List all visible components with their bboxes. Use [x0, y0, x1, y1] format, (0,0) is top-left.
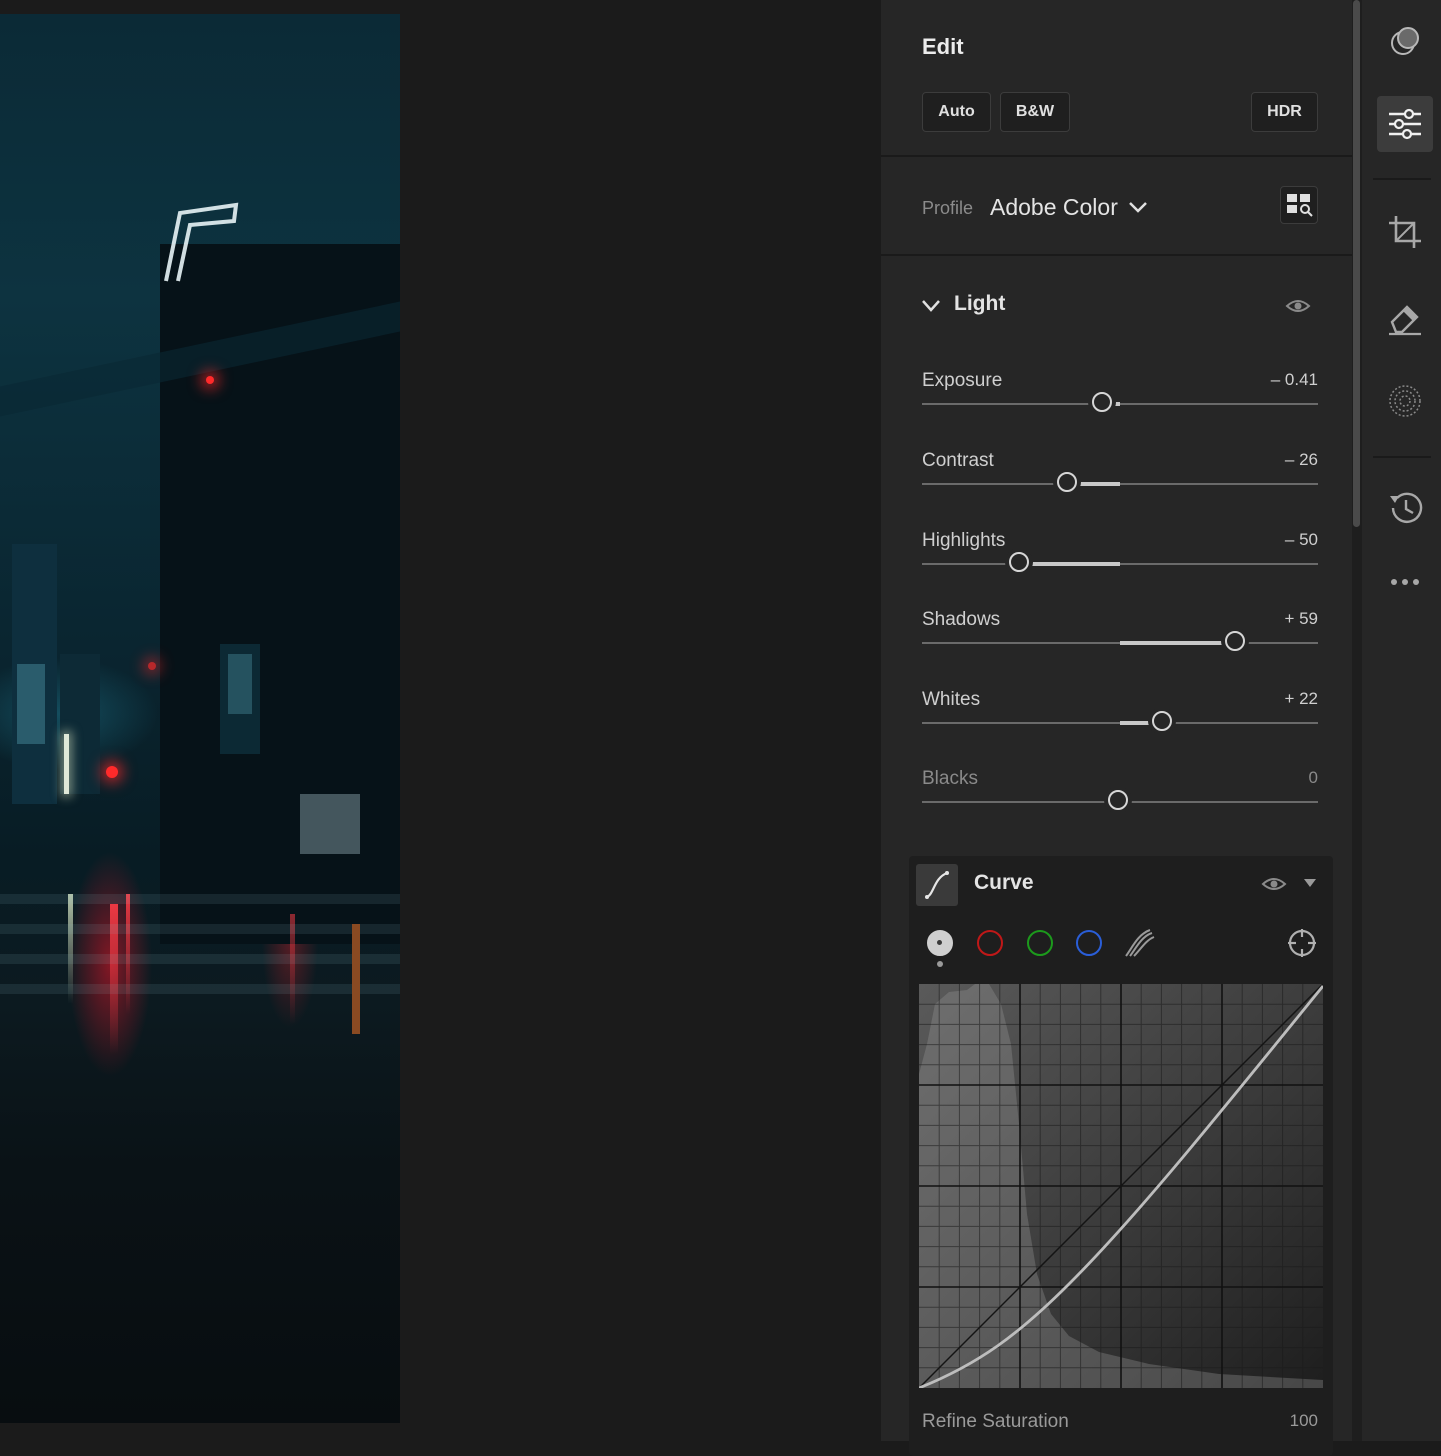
- slider-whites[interactable]: Whites + 22: [922, 689, 1318, 759]
- channel-blue[interactable]: [1076, 930, 1102, 956]
- traffic-light-red: [106, 766, 118, 778]
- target-adjust-icon[interactable]: [1287, 928, 1317, 958]
- slider-label: Contrast: [922, 450, 994, 471]
- crosswalk-stripe: [0, 954, 400, 964]
- profile-grid-icon: [1287, 194, 1313, 217]
- crosswalk-stripe: [0, 894, 400, 904]
- slider-value[interactable]: – 0.41: [1271, 370, 1318, 390]
- crosswalk-stripe: [0, 924, 400, 934]
- curve-section: Curve: [909, 856, 1333, 1456]
- presets-button[interactable]: [1377, 14, 1433, 70]
- photo-preview[interactable]: [0, 14, 400, 1423]
- bw-button[interactable]: B&W: [1000, 92, 1070, 132]
- profile-label: Profile: [922, 198, 974, 218]
- slider-fill: [1120, 641, 1237, 645]
- slider-label: Whites: [922, 689, 981, 710]
- edit-panel: Edit Auto B&W HDR Profile Adobe Color Li…: [881, 0, 1352, 1456]
- curve-icon: [925, 871, 949, 899]
- slider-exposure[interactable]: Exposure – 0.41: [922, 370, 1318, 440]
- healing-eraser-icon: [1389, 305, 1421, 336]
- slider-label: Blacks: [922, 768, 978, 789]
- toolbar-divider: [1373, 178, 1431, 180]
- chevron-down-icon[interactable]: [1128, 200, 1148, 214]
- traffic-light-red: [148, 662, 156, 670]
- slider-value[interactable]: + 59: [1284, 609, 1318, 629]
- traffic-pole: [352, 924, 360, 1034]
- caret-down-icon[interactable]: [1303, 878, 1317, 888]
- slider-value[interactable]: 0: [1309, 768, 1318, 788]
- slider-thumb[interactable]: [1151, 711, 1172, 731]
- slider-track[interactable]: [922, 403, 1318, 405]
- slider-shadows[interactable]: Shadows + 59: [922, 609, 1318, 679]
- slider-track[interactable]: [922, 483, 1318, 485]
- photo-canvas[interactable]: [0, 0, 880, 1441]
- healing-button[interactable]: [1377, 290, 1433, 346]
- chevron-down-icon[interactable]: [921, 298, 941, 314]
- profile-dropdown[interactable]: Adobe Color: [990, 194, 1118, 221]
- crop-icon: [1389, 216, 1421, 248]
- lit-windows: [228, 654, 252, 714]
- slider-blacks[interactable]: Blacks 0: [922, 768, 1318, 838]
- channel-green[interactable]: [1027, 930, 1053, 956]
- scrollbar-thumb[interactable]: [1353, 0, 1360, 527]
- slider-thumb[interactable]: [1009, 552, 1029, 572]
- slider-highlights[interactable]: Highlights – 50: [922, 530, 1318, 600]
- hdr-button[interactable]: HDR: [1251, 92, 1318, 132]
- refine-saturation-value[interactable]: 100: [1290, 1411, 1318, 1431]
- slider-thumb[interactable]: [1091, 392, 1112, 412]
- slider-track[interactable]: [922, 563, 1318, 565]
- slider-value[interactable]: + 22: [1284, 689, 1318, 709]
- street-lamp: [64, 734, 69, 794]
- slider-thumb[interactable]: [1056, 472, 1077, 492]
- masking-icon: [1389, 385, 1421, 417]
- eye-icon[interactable]: [1285, 296, 1311, 316]
- rgb-curves-icon[interactable]: [1122, 928, 1156, 958]
- slider-label: Exposure: [922, 370, 1003, 391]
- slider-thumb[interactable]: [1108, 790, 1128, 810]
- crop-button[interactable]: [1377, 204, 1433, 260]
- slider-value[interactable]: – 50: [1285, 530, 1318, 550]
- history-icon: [1390, 492, 1423, 523]
- curve-mode-button[interactable]: [916, 864, 958, 906]
- tool-strip: [1362, 0, 1441, 1441]
- panel-title: Edit: [922, 34, 964, 59]
- lit-windows: [300, 794, 360, 854]
- channel-red[interactable]: [977, 930, 1003, 956]
- more-button[interactable]: [1377, 554, 1433, 610]
- slider-thumb[interactable]: [1224, 631, 1245, 651]
- slider-value[interactable]: – 26: [1285, 450, 1318, 470]
- channel-parametric[interactable]: [927, 930, 953, 956]
- eye-icon[interactable]: [1261, 874, 1287, 894]
- lit-windows: [17, 664, 45, 744]
- crosswalk-stripe: [0, 984, 400, 994]
- light-section-title[interactable]: Light: [954, 292, 1005, 316]
- slider-fill: [1021, 562, 1120, 566]
- history-button[interactable]: [1377, 480, 1433, 536]
- refine-saturation-label: Refine Saturation: [922, 1411, 1069, 1432]
- tone-curve-graph[interactable]: [919, 984, 1323, 1388]
- selected-indicator: [937, 961, 943, 967]
- curve-section-title: Curve: [974, 871, 1034, 894]
- traffic-light-red: [206, 376, 214, 384]
- masking-button[interactable]: [1377, 373, 1433, 429]
- edit-sliders-icon: [1389, 108, 1421, 140]
- divider: [881, 155, 1352, 157]
- divider: [881, 254, 1352, 256]
- toolbar-divider: [1373, 456, 1431, 458]
- edit-button[interactable]: [1377, 96, 1433, 152]
- profile-browser-button[interactable]: [1280, 186, 1318, 224]
- slider-label: Highlights: [922, 530, 1006, 551]
- auto-button[interactable]: Auto: [922, 92, 991, 132]
- slider-contrast[interactable]: Contrast – 26: [922, 450, 1318, 520]
- panel-scrollbar[interactable]: [1352, 0, 1362, 1441]
- slider-label: Shadows: [922, 609, 1001, 630]
- rooftop-light: [164, 202, 239, 282]
- more-icon: [1391, 579, 1419, 585]
- presets-icon: [1391, 27, 1419, 55]
